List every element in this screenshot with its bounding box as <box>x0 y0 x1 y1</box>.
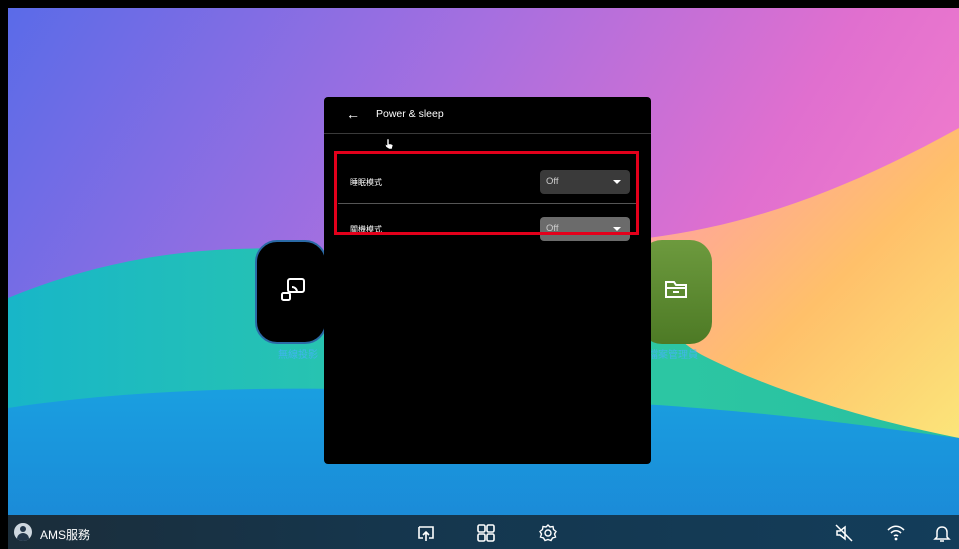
apps-grid-icon[interactable] <box>476 523 496 543</box>
screen-cast-app[interactable] <box>255 240 327 344</box>
bell-icon[interactable] <box>932 523 952 543</box>
screen-share-icon[interactable] <box>416 523 436 543</box>
panel-header: ← Power & sleep <box>324 97 651 134</box>
screen-cast-icon <box>281 278 305 301</box>
mouse-cursor-icon <box>384 138 394 150</box>
file-manager-label: 檔案管理員 <box>648 350 698 361</box>
taskbar: AMS服務 <box>8 515 959 549</box>
highlight-box <box>334 151 639 235</box>
panel-title: Power & sleep <box>376 108 444 120</box>
back-arrow-icon[interactable]: ← <box>346 106 360 122</box>
settings-icon[interactable] <box>538 523 558 543</box>
screen-cast-label: 無線投影 <box>278 350 318 361</box>
user-label[interactable]: AMS服務 <box>40 526 90 543</box>
mute-icon[interactable] <box>834 523 854 543</box>
folder-icon <box>665 281 687 298</box>
wifi-icon[interactable] <box>886 523 906 543</box>
user-avatar-icon[interactable] <box>14 523 32 541</box>
desktop: 無線投影 檔案管理員 ← Power & sleep 睡眠模式 Off 關機模式 <box>8 8 959 549</box>
